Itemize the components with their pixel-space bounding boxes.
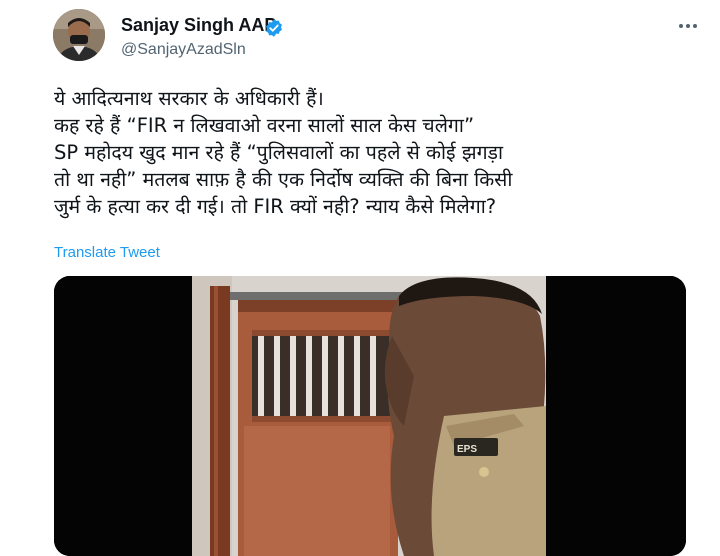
- tweet-text-line: SP महोदय खुद मान रहे हैं “पुलिसवालों का …: [54, 141, 504, 164]
- tweet-text-line: कह रहे हैं “FIR न लिखवाओ वरना सालों साल …: [54, 114, 475, 137]
- author-handle[interactable]: @SanjayAzadSln: [121, 41, 246, 59]
- tweet: Sanjay Singh AAP @SanjayAzadSln ये आदित्…: [0, 0, 720, 556]
- author-name[interactable]: Sanjay Singh AAP: [121, 15, 276, 36]
- more-options-icon[interactable]: [676, 16, 700, 36]
- avatar[interactable]: [53, 9, 105, 61]
- ips-badge-text: EPS: [457, 444, 477, 455]
- tweet-text-line: तो था नही” मतलब साफ़ है की एक निर्दोष व्…: [54, 168, 513, 191]
- tweet-text-line: ये आदित्यनाथ सरकार के अधिकारी हैं।: [54, 87, 324, 110]
- translate-tweet-link[interactable]: Translate Tweet: [54, 244, 160, 261]
- avatar-image: [53, 9, 105, 61]
- tweet-text-line: जुर्म के हत्या कर दी गई। तो FIR क्यों नह…: [54, 195, 497, 218]
- video-frame: EPS: [54, 276, 686, 556]
- verified-badge-icon: [266, 19, 282, 37]
- tweet-video[interactable]: EPS: [54, 276, 686, 556]
- tweet-text: ये आदित्यनाथ सरकार के अधिकारी हैं। कह रह…: [54, 85, 694, 220]
